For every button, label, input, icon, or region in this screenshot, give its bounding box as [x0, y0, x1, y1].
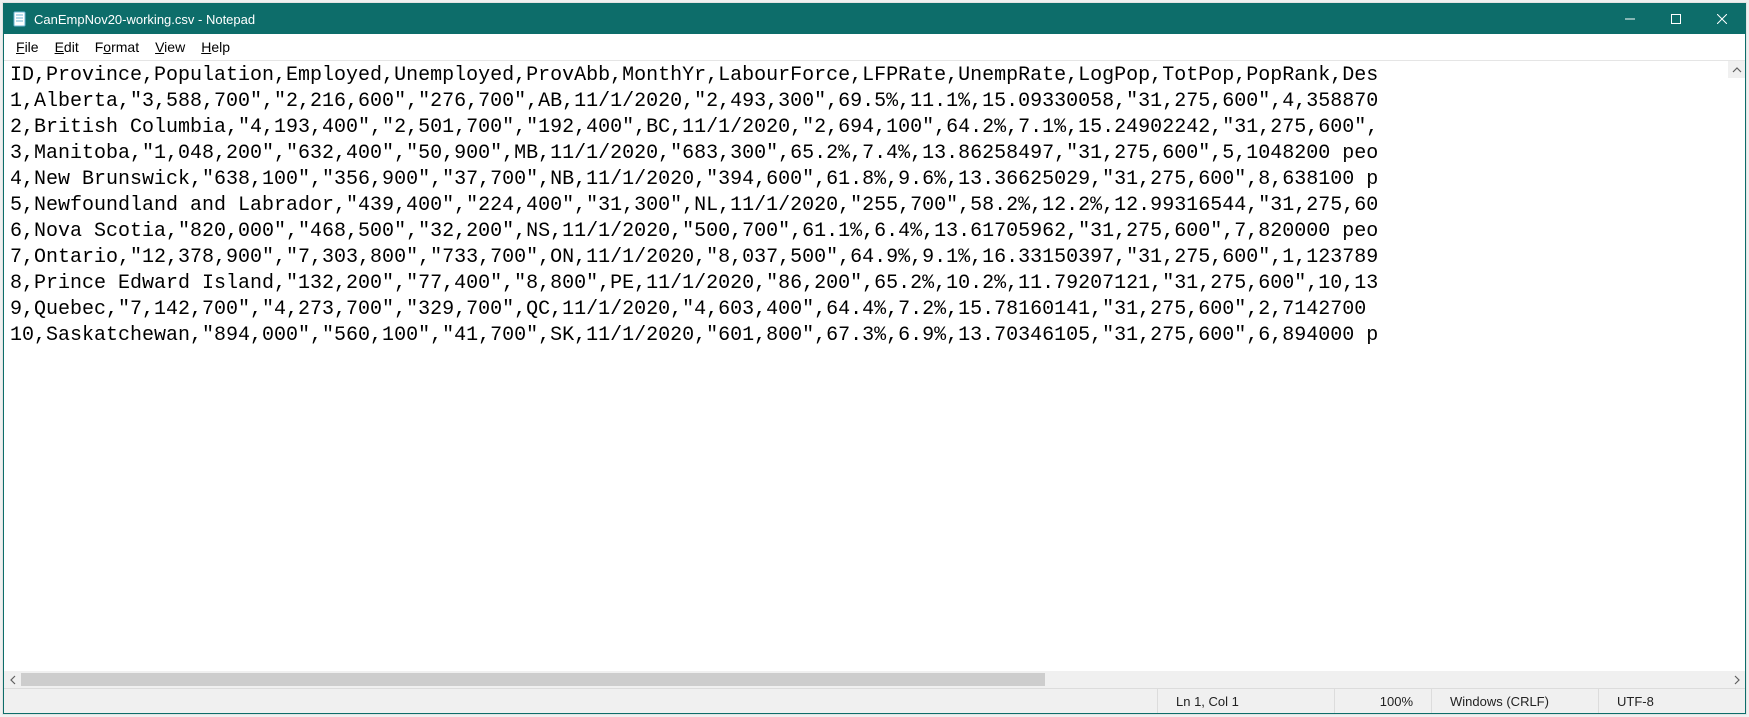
- notepad-window: CanEmpNov20-working.csv - Notepad File E…: [3, 3, 1746, 714]
- status-line-endings: Windows (CRLF): [1432, 689, 1599, 713]
- status-caret-position: Ln 1, Col 1: [1158, 689, 1335, 713]
- menu-edit[interactable]: Edit: [47, 38, 87, 57]
- notepad-app-icon: [12, 11, 28, 27]
- scroll-left-button[interactable]: [4, 671, 21, 688]
- scrollbar-thumb[interactable]: [21, 673, 1045, 686]
- status-zoom: 100%: [1335, 689, 1432, 713]
- scroll-up-button[interactable]: [1728, 61, 1745, 78]
- status-bar: Ln 1, Col 1 100% Windows (CRLF) UTF-8: [4, 688, 1745, 713]
- text-editor[interactable]: ID,Province,Population,Employed,Unemploy…: [4, 61, 1745, 671]
- maximize-button[interactable]: [1653, 4, 1699, 34]
- menu-bar: File Edit Format View Help: [4, 34, 1745, 61]
- editor-area: ID,Province,Population,Employed,Unemploy…: [4, 61, 1745, 688]
- menu-file[interactable]: File: [8, 38, 47, 57]
- scrollbar-track[interactable]: [21, 671, 1728, 688]
- text-content[interactable]: ID,Province,Population,Employed,Unemploy…: [10, 63, 1741, 349]
- menu-help[interactable]: Help: [193, 38, 238, 57]
- horizontal-scrollbar[interactable]: [4, 671, 1745, 688]
- status-encoding: UTF-8: [1599, 689, 1745, 713]
- menu-format[interactable]: Format: [87, 38, 147, 57]
- window-title: CanEmpNov20-working.csv - Notepad: [34, 12, 1607, 27]
- window-controls: [1607, 4, 1745, 34]
- minimize-button[interactable]: [1607, 4, 1653, 34]
- title-bar: CanEmpNov20-working.csv - Notepad: [4, 4, 1745, 34]
- status-spacer: [4, 689, 1158, 713]
- scroll-right-button[interactable]: [1728, 671, 1745, 688]
- close-button[interactable]: [1699, 4, 1745, 34]
- menu-view[interactable]: View: [147, 38, 193, 57]
